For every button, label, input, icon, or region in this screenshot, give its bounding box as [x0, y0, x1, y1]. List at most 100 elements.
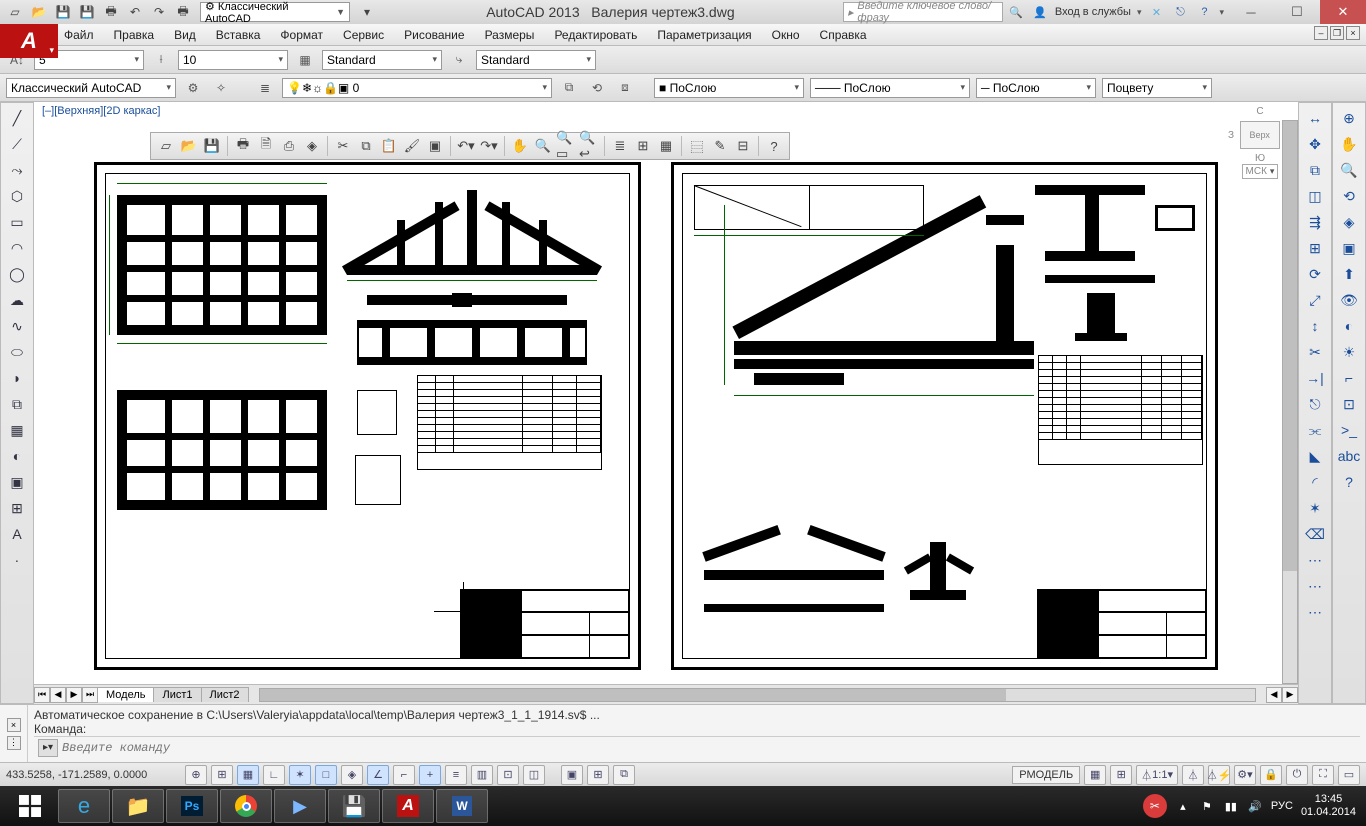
taskbar-chrome-icon[interactable]: [220, 789, 272, 823]
box-tool-icon[interactable]: ▣: [1336, 237, 1362, 259]
arc-tool-icon[interactable]: ◠: [4, 237, 30, 259]
insert-tool-icon[interactable]: ⧉: [4, 393, 30, 415]
tray-volume-icon[interactable]: 🔊: [1247, 798, 1263, 814]
menu-item[interactable]: Размеры: [483, 26, 537, 44]
tab-model[interactable]: Модель: [97, 687, 154, 702]
pan-tool-icon[interactable]: ✋: [1336, 133, 1362, 155]
taskbar-media-icon[interactable]: ▶: [274, 789, 326, 823]
ws-save-icon[interactable]: ✧: [210, 78, 232, 98]
cmd-close-icon[interactable]: ×: [7, 718, 21, 732]
hatch-tool-icon[interactable]: ▦: [4, 419, 30, 441]
dist-tool-icon[interactable]: ↔: [1302, 107, 1328, 129]
exchange-icon[interactable]: ✕: [1147, 3, 1165, 21]
layer-dropdown[interactable]: 💡❄☼🔒▣ 0▾: [282, 78, 552, 98]
stayconnected-icon[interactable]: ⎋: [1171, 3, 1189, 21]
mleaderstyle-icon[interactable]: ⤷: [448, 50, 470, 70]
trim-tool-icon[interactable]: ✂: [1302, 341, 1328, 363]
start-button[interactable]: [4, 789, 56, 823]
ft-zoomr-icon[interactable]: 🔍: [532, 135, 554, 157]
layer-props-icon[interactable]: ≣: [254, 78, 276, 98]
tab-layout1[interactable]: Лист1: [153, 687, 201, 702]
region-tool-icon[interactable]: ▣: [4, 471, 30, 493]
layer-prev-icon[interactable]: ⟲: [586, 78, 608, 98]
qat-saveas-icon[interactable]: 💾: [76, 2, 98, 22]
spline-tool-icon[interactable]: ∿: [4, 315, 30, 337]
zoom-tool-icon[interactable]: 🔍: [1336, 159, 1362, 181]
ft-copy-icon[interactable]: ⧉: [355, 135, 377, 157]
ft-preview-icon[interactable]: 🗎: [255, 135, 277, 157]
array-tool-icon[interactable]: ⊞: [1302, 237, 1328, 259]
gradient-tool-icon[interactable]: ◐: [4, 445, 30, 467]
ft-paste-icon[interactable]: 📋: [378, 135, 400, 157]
horizontal-scrollbar[interactable]: [259, 688, 1256, 702]
qat-more-icon[interactable]: ▾: [356, 2, 378, 22]
field-tool-icon[interactable]: ⊡: [1336, 393, 1362, 415]
offset-tool-icon[interactable]: ⇶: [1302, 211, 1328, 233]
tray-clock[interactable]: 13:4501.04.2014: [1301, 793, 1356, 819]
ft-block-icon[interactable]: ▣: [424, 135, 446, 157]
tray-flag-icon[interactable]: ⚑: [1199, 798, 1215, 814]
viewcube-top[interactable]: Верх: [1240, 121, 1280, 149]
vertical-scrollbar[interactable]: [1282, 120, 1298, 684]
mdi-restore-button[interactable]: ❐: [1330, 26, 1344, 40]
qat-redo-icon[interactable]: ↷: [148, 2, 170, 22]
tab-first-button[interactable]: ⏮: [34, 687, 50, 703]
point-tool-icon[interactable]: ∙: [4, 549, 30, 571]
chamfer-tool-icon[interactable]: ◣: [1302, 445, 1328, 467]
help-search-input[interactable]: ▸Введите ключевое слово/фразу: [843, 2, 1003, 22]
more-tool-icon[interactable]: ⋯: [1302, 549, 1328, 571]
scale-tool-icon[interactable]: ⤢: [1302, 289, 1328, 311]
3d-tool-icon[interactable]: ◈: [1336, 211, 1362, 233]
menu-item[interactable]: Правка: [112, 26, 157, 44]
wcs-dropdown[interactable]: МСК▾: [1242, 164, 1279, 179]
qat-save-icon[interactable]: 💾: [52, 2, 74, 22]
hscroll-right[interactable]: ▶: [1282, 687, 1298, 703]
ft-sheet-icon[interactable]: ⿳: [686, 135, 708, 157]
cmd-tool-icon[interactable]: >_: [1336, 419, 1362, 441]
join-tool-icon[interactable]: ⫘: [1302, 419, 1328, 441]
tray-antivirus-icon[interactable]: ✂: [1143, 794, 1167, 818]
ft-pan-icon[interactable]: ✋: [509, 135, 531, 157]
layer-state-icon[interactable]: ⧈: [614, 78, 636, 98]
xline-tool-icon[interactable]: ⟋: [4, 133, 30, 155]
menu-item[interactable]: Сервис: [341, 26, 386, 44]
ft-tp-icon[interactable]: ▦: [655, 135, 677, 157]
taskbar-save-icon[interactable]: 💾: [328, 789, 380, 823]
polygon-tool-icon[interactable]: ⬡: [4, 185, 30, 207]
viewport-label[interactable]: [–][Верхняя][2D каркас]: [34, 102, 1298, 120]
lineweight2-dropdown[interactable]: 10▾: [178, 50, 288, 70]
view-tool-icon[interactable]: 👁: [1336, 289, 1362, 311]
command-handle[interactable]: × ⋮: [0, 705, 28, 762]
ellipse-tool-icon[interactable]: ⬭: [4, 341, 30, 363]
menu-item[interactable]: Рисование: [402, 26, 466, 44]
qat-undo-icon[interactable]: ↶: [124, 2, 146, 22]
tray-up-icon[interactable]: ▴: [1175, 798, 1191, 814]
ft-help-icon[interactable]: ?: [763, 135, 785, 157]
close-button[interactable]: ✕: [1320, 0, 1366, 24]
model-paper-toggle[interactable]: РМОДЕЛЬ: [1012, 766, 1080, 784]
workspace-dropdown[interactable]: Классический AutoCAD▾: [6, 78, 176, 98]
menu-item[interactable]: Формат: [278, 26, 325, 44]
extend-tool-icon[interactable]: →|: [1302, 367, 1328, 389]
qat-open-icon[interactable]: 📂: [28, 2, 50, 22]
tablestyle-icon[interactable]: ▦: [294, 50, 316, 70]
help-icon[interactable]: ?: [1195, 3, 1213, 21]
command-input[interactable]: [62, 741, 1360, 755]
hscroll-left[interactable]: ◀: [1266, 687, 1282, 703]
table-tool-icon[interactable]: ⊞: [4, 497, 30, 519]
tab-layout2[interactable]: Лист2: [201, 687, 249, 702]
erase-tool-icon[interactable]: ⌫: [1302, 523, 1328, 545]
line-tool-icon[interactable]: ╱: [4, 107, 30, 129]
extrude-tool-icon[interactable]: ⬆: [1336, 263, 1362, 285]
textstyle-dropdown[interactable]: Standard▾: [476, 50, 596, 70]
qat-new-icon[interactable]: ▱: [4, 2, 26, 22]
taskbar-autocad-icon[interactable]: A: [382, 789, 434, 823]
command-recent-button[interactable]: ▸▾: [38, 739, 58, 757]
ft-match-icon[interactable]: 🖌: [401, 135, 423, 157]
tray-network-icon[interactable]: ▮▮: [1223, 798, 1239, 814]
maximize-button[interactable]: ☐: [1274, 0, 1320, 24]
ft-save-icon[interactable]: 💾: [201, 135, 223, 157]
ft-publish-icon[interactable]: ⎙: [278, 135, 300, 157]
menu-item[interactable]: Вид: [172, 26, 198, 44]
ft-undo-icon[interactable]: ↶▾: [455, 135, 477, 157]
